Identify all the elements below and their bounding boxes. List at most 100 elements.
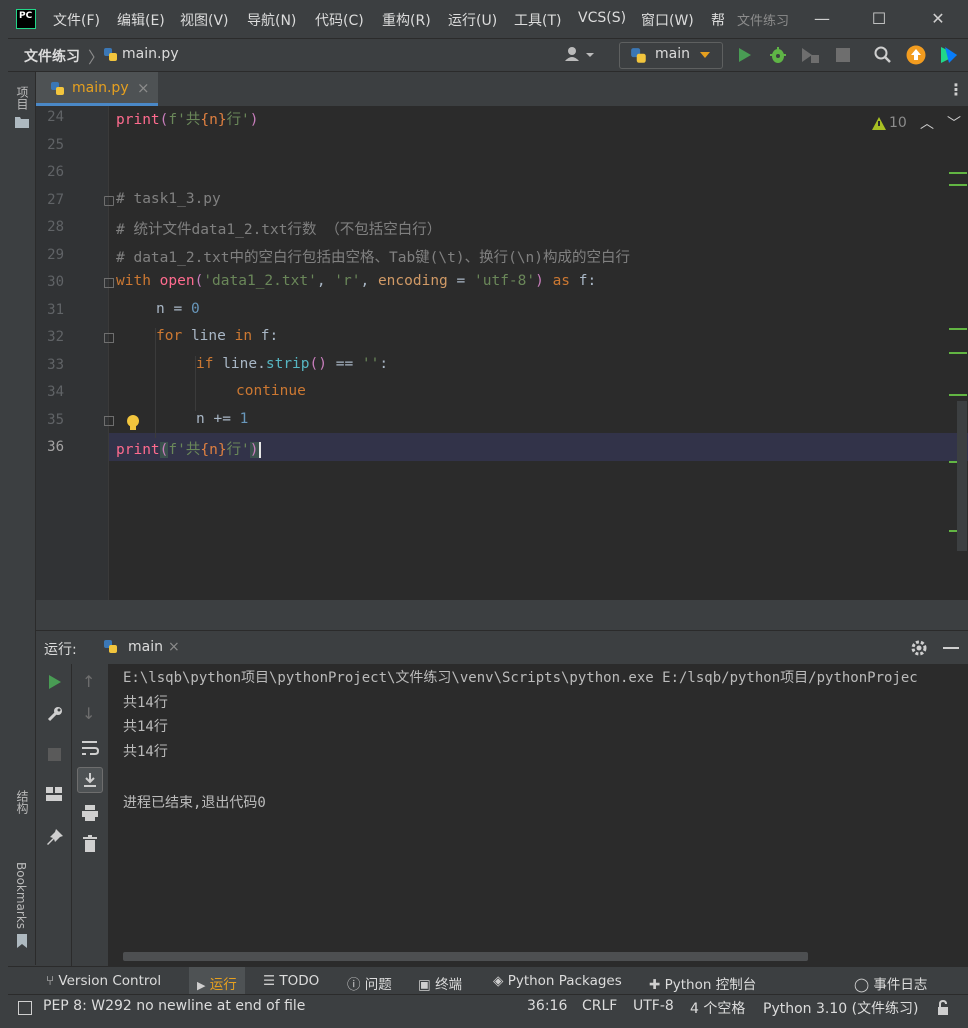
fold-icon[interactable] — [104, 416, 114, 426]
indent-setting[interactable]: 4 个空格 — [690, 998, 745, 1018]
pin-icon[interactable] — [46, 828, 64, 846]
event-log-icon: ◯ — [854, 977, 870, 993]
bookmark-icon — [17, 934, 27, 948]
tool-problems[interactable]: ⓘ 问题 — [347, 973, 392, 993]
line-number: 28 — [47, 219, 64, 235]
plugin-logo-icon[interactable] — [939, 45, 959, 65]
menu-help[interactable]: 帮 — [711, 10, 725, 30]
fold-icon[interactable] — [104, 196, 114, 206]
run-console[interactable]: ↑ ↓ E:\lsqb\python项目\pythonProject\文件练习\… — [36, 664, 968, 966]
status-bar: PEP 8: W292 no newline at end of file 36… — [8, 994, 968, 1021]
tool-window-bar: ⑂ Version Control ▶ 运行 ☰ TODO ⓘ 问题 ▣ 终端 … — [8, 966, 968, 995]
menu-window[interactable]: 窗口(W) — [641, 10, 694, 30]
run-toolbar-primary — [36, 664, 72, 966]
stop-icon[interactable] — [48, 748, 61, 761]
more-tabs-icon[interactable]: ⋮ — [948, 80, 964, 99]
gear-icon[interactable] — [910, 639, 928, 657]
line-separator[interactable]: CRLF — [582, 998, 617, 1014]
fold-icon[interactable] — [104, 278, 114, 288]
python-icon — [631, 48, 646, 63]
print-icon[interactable] — [81, 804, 99, 822]
close-window-icon[interactable]: ✕ — [924, 6, 952, 32]
line-number-current: 36 — [47, 439, 64, 455]
code-line-36: print(f'共{n}行') — [116, 442, 261, 458]
user-icon[interactable] — [564, 45, 598, 67]
menu-vcs[interactable]: VCS(S) — [578, 10, 626, 26]
python-interpreter[interactable]: Python 3.10 (文件练习) — [763, 998, 919, 1018]
pycharm-logo-icon: PC — [16, 9, 36, 29]
menu-refactor[interactable]: 重构(R) — [382, 10, 431, 30]
maximize-icon[interactable]: ☐ — [865, 6, 893, 32]
previous-highlight-icon[interactable]: ︿ — [920, 113, 934, 133]
run-configuration-selector[interactable]: main — [619, 42, 723, 69]
file-encoding[interactable]: UTF-8 — [633, 998, 674, 1014]
tool-todo[interactable]: ☰ TODO — [263, 973, 319, 989]
arrow-down-icon[interactable]: ↓ — [82, 704, 95, 723]
arrow-up-icon[interactable]: ↑ — [82, 672, 95, 691]
tab-close-icon[interactable]: × — [137, 79, 150, 97]
tool-event-log[interactable]: ◯ 事件日志 — [854, 973, 927, 993]
run-icon[interactable] — [738, 47, 752, 63]
minimize-icon[interactable]: — — [808, 6, 836, 32]
rerun-icon[interactable] — [48, 674, 62, 690]
fold-icon[interactable] — [104, 333, 114, 343]
terminal-icon: ▣ — [418, 977, 431, 993]
line-number: 32 — [47, 329, 64, 345]
editor-scrollbar[interactable] — [957, 401, 967, 551]
caret-position[interactable]: 36:16 — [527, 998, 567, 1014]
trash-icon[interactable] — [82, 835, 98, 853]
console-horizontal-scrollbar[interactable] — [123, 952, 808, 961]
tool-version-control[interactable]: ⑂ Version Control — [46, 973, 161, 989]
coverage-icon[interactable] — [800, 46, 820, 64]
tool-python-packages[interactable]: ◈ Python Packages — [493, 973, 622, 989]
bookmarks-tool-tab[interactable]: Bookmarks — [14, 862, 28, 929]
line-number: 29 — [47, 247, 64, 263]
chevron-down-icon — [700, 52, 710, 58]
status-message[interactable]: PEP 8: W292 no newline at end of file — [43, 998, 305, 1014]
run-tab-close-icon[interactable]: × — [168, 639, 180, 655]
menu-run[interactable]: 运行(U) — [448, 10, 497, 30]
search-icon[interactable] — [874, 46, 892, 64]
update-icon[interactable] — [906, 45, 926, 65]
hide-panel-icon[interactable] — [943, 647, 959, 649]
indent-guide — [155, 328, 156, 438]
debug-icon[interactable] — [768, 45, 788, 65]
menu-code[interactable]: 代码(C) — [315, 10, 364, 30]
menu-view[interactable]: 视图(V) — [180, 10, 229, 30]
scroll-to-end-icon[interactable] — [77, 767, 103, 793]
lock-icon[interactable] — [936, 1000, 950, 1016]
tool-run[interactable]: ▶ 运行 — [189, 967, 245, 995]
scroll-mark — [949, 184, 967, 186]
toggle-tool-windows-icon[interactable] — [18, 1001, 32, 1015]
tool-python-console[interactable]: ✚ Python 控制台 — [649, 973, 756, 993]
structure-tool-tab[interactable]: 结构 — [14, 790, 31, 814]
layout-icon[interactable] — [46, 787, 62, 801]
tool-terminal[interactable]: ▣ 终端 — [418, 973, 462, 993]
code-editor[interactable]: 24 25 26 27 28 29 30 31 32 33 34 35 36 p… — [36, 106, 968, 600]
intention-bulb-icon[interactable] — [126, 414, 140, 432]
menu-tools[interactable]: 工具(T) — [514, 10, 561, 30]
menu-file[interactable]: 文件(F) — [53, 10, 100, 30]
stop-icon[interactable] — [836, 48, 850, 62]
next-highlight-icon[interactable]: ﹀ — [947, 113, 961, 133]
code-line-35: n += 1 — [196, 411, 249, 427]
editor-tab-main-py[interactable]: main.py × — [36, 72, 158, 106]
wrench-icon[interactable] — [46, 705, 64, 723]
run-panel-header: 运行: main × — [36, 630, 968, 665]
panel-divider[interactable] — [36, 600, 968, 630]
console-output-line: 共14行 — [123, 695, 168, 711]
code-line-24: print(f'共{n}行') — [116, 112, 259, 128]
line-number: 27 — [47, 192, 64, 208]
run-tab-label[interactable]: main — [128, 639, 163, 655]
breadcrumb-file[interactable]: main.py — [122, 46, 179, 62]
breadcrumb-project[interactable]: 文件练习 — [24, 46, 80, 66]
console-output-line: E:\lsqb\python项目\pythonProject\文件练习\venv… — [123, 670, 918, 686]
scroll-mark — [949, 352, 967, 354]
console-output-line: 进程已结束,退出代码0 — [123, 795, 266, 811]
line-number: 34 — [47, 384, 64, 400]
menu-edit[interactable]: 编辑(E) — [117, 10, 165, 30]
menu-navigate[interactable]: 导航(N) — [247, 10, 296, 30]
project-tool-tab[interactable]: 项目 — [14, 86, 31, 110]
soft-wrap-icon[interactable] — [80, 739, 100, 757]
line-number: 35 — [47, 412, 64, 428]
